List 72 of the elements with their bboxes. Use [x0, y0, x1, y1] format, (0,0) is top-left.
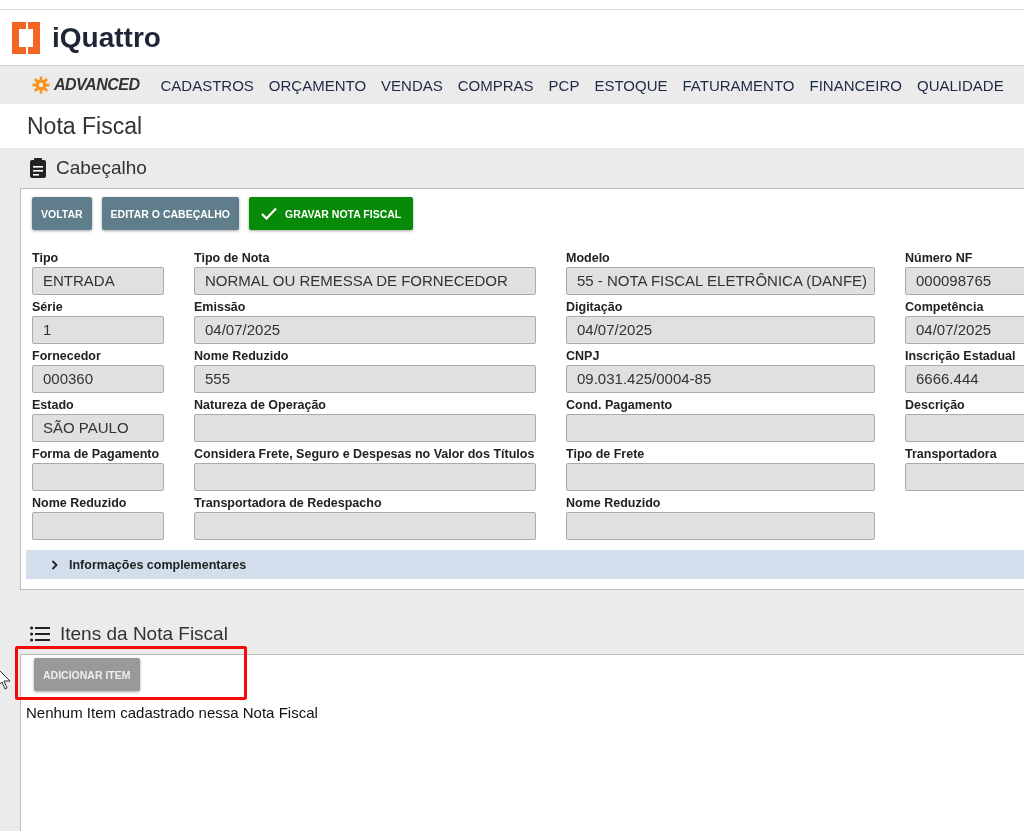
input-field[interactable]: 6666.444: [905, 365, 1024, 393]
field-label: Descrição: [905, 398, 966, 414]
product-name: ADVANCED: [54, 76, 140, 94]
input-field[interactable]: [566, 414, 875, 442]
section-title: Itens da Nota Fiscal: [60, 623, 228, 645]
field-label: Estado: [32, 398, 75, 414]
save-button[interactable]: GRAVAR NOTA FISCAL: [249, 197, 414, 230]
accordion-header[interactable]: Informações complementares: [26, 550, 1024, 579]
nav-menu-item[interactable]: FINANCEIRO: [809, 76, 902, 94]
field-label: Número NF: [905, 251, 974, 267]
nav-menu-item[interactable]: COMPRAS: [457, 76, 534, 94]
input-field[interactable]: [32, 512, 164, 540]
field-label: Transportadora de Redespacho: [194, 496, 383, 512]
input-field[interactable]: 04/07/2025: [905, 316, 1024, 344]
input-field[interactable]: 1: [32, 316, 164, 344]
nav-menu-item[interactable]: VENDAS: [381, 76, 443, 94]
input-field[interactable]: 000098765: [905, 267, 1024, 295]
nav-menu-item[interactable]: ORÇAMENTO: [268, 76, 367, 94]
input-field[interactable]: [194, 463, 536, 491]
input-field[interactable]: [566, 463, 875, 491]
field-label: Nome Reduzido: [566, 496, 662, 512]
list-icon: [30, 626, 50, 642]
action-button[interactable]: VOLTAR: [32, 197, 92, 230]
action-button[interactable]: EDITAR O CABEÇALHO: [101, 197, 239, 230]
input-field[interactable]: 000360: [32, 365, 164, 393]
page-title: Nota Fiscal: [26, 112, 144, 141]
input-field[interactable]: SÃO PAULO: [32, 414, 164, 442]
cursor-icon: [0, 668, 11, 690]
field-label: Tipo: [32, 251, 60, 267]
field-label: Forma de Pagamento: [32, 447, 161, 463]
field-label: CNPJ: [566, 349, 601, 365]
input-field[interactable]: [905, 414, 1024, 442]
input-field[interactable]: 09.031.425/0004-85: [566, 365, 875, 393]
section-title: Cabeçalho: [56, 157, 147, 179]
input-field[interactable]: NORMAL OU REMESSA DE FORNECEDOR: [194, 267, 536, 295]
field-label: Série: [32, 300, 64, 316]
input-field[interactable]: 04/07/2025: [194, 316, 536, 344]
nav-menu-item[interactable]: FATURAMENTO: [682, 76, 795, 94]
nav-menu-item[interactable]: ESTOQUE: [594, 76, 668, 94]
gear-icon: [32, 76, 50, 94]
field-label: Transportadora: [905, 447, 998, 463]
input-field[interactable]: [905, 463, 1024, 491]
input-field[interactable]: [194, 414, 536, 442]
input-field[interactable]: ENTRADA: [32, 267, 164, 295]
field-label: Fornecedor: [32, 349, 102, 365]
field-label: Nome Reduzido: [32, 496, 128, 512]
field-label: Tipo de Frete: [566, 447, 646, 463]
field-label: Modelo: [566, 251, 611, 267]
nav-menu-item[interactable]: QUALIDADE: [917, 76, 1004, 94]
input-field[interactable]: 555: [194, 365, 536, 393]
chevron-icon: [51, 559, 59, 570]
field-label: Competência: [905, 300, 985, 316]
clipboard-icon: [30, 158, 46, 178]
field-label: Emissão: [194, 300, 247, 316]
field-label: Cond. Pagamento: [566, 398, 674, 414]
brand-name: iQuattro: [52, 21, 161, 54]
field-label: Nome Reduzido: [194, 349, 290, 365]
input-field[interactable]: 55 - NOTA FISCAL ELETRÔNICA (DANFE): [566, 267, 875, 295]
input-field[interactable]: [566, 512, 875, 540]
input-field[interactable]: [194, 512, 536, 540]
nav-menu-item[interactable]: CADASTROS: [160, 76, 254, 94]
field-label: Digitação: [566, 300, 624, 316]
accordion-label: Informações complementares: [69, 557, 247, 572]
input-field[interactable]: 04/07/2025: [566, 316, 875, 344]
checkmark-icon: [261, 207, 277, 220]
field-label: Natureza de Operação: [194, 398, 327, 414]
nav-menu-item[interactable]: PCP: [548, 76, 580, 94]
field-label: Tipo de Nota: [194, 251, 271, 267]
field-label: Inscrição Estadual: [905, 349, 1017, 365]
input-field[interactable]: [32, 463, 164, 491]
empty-message: Nenhum Item cadastrado nessa Nota Fiscal: [26, 704, 319, 721]
field-label: Considera Frete, Seguro e Despesas no Valor dos Títulos: [194, 447, 536, 463]
